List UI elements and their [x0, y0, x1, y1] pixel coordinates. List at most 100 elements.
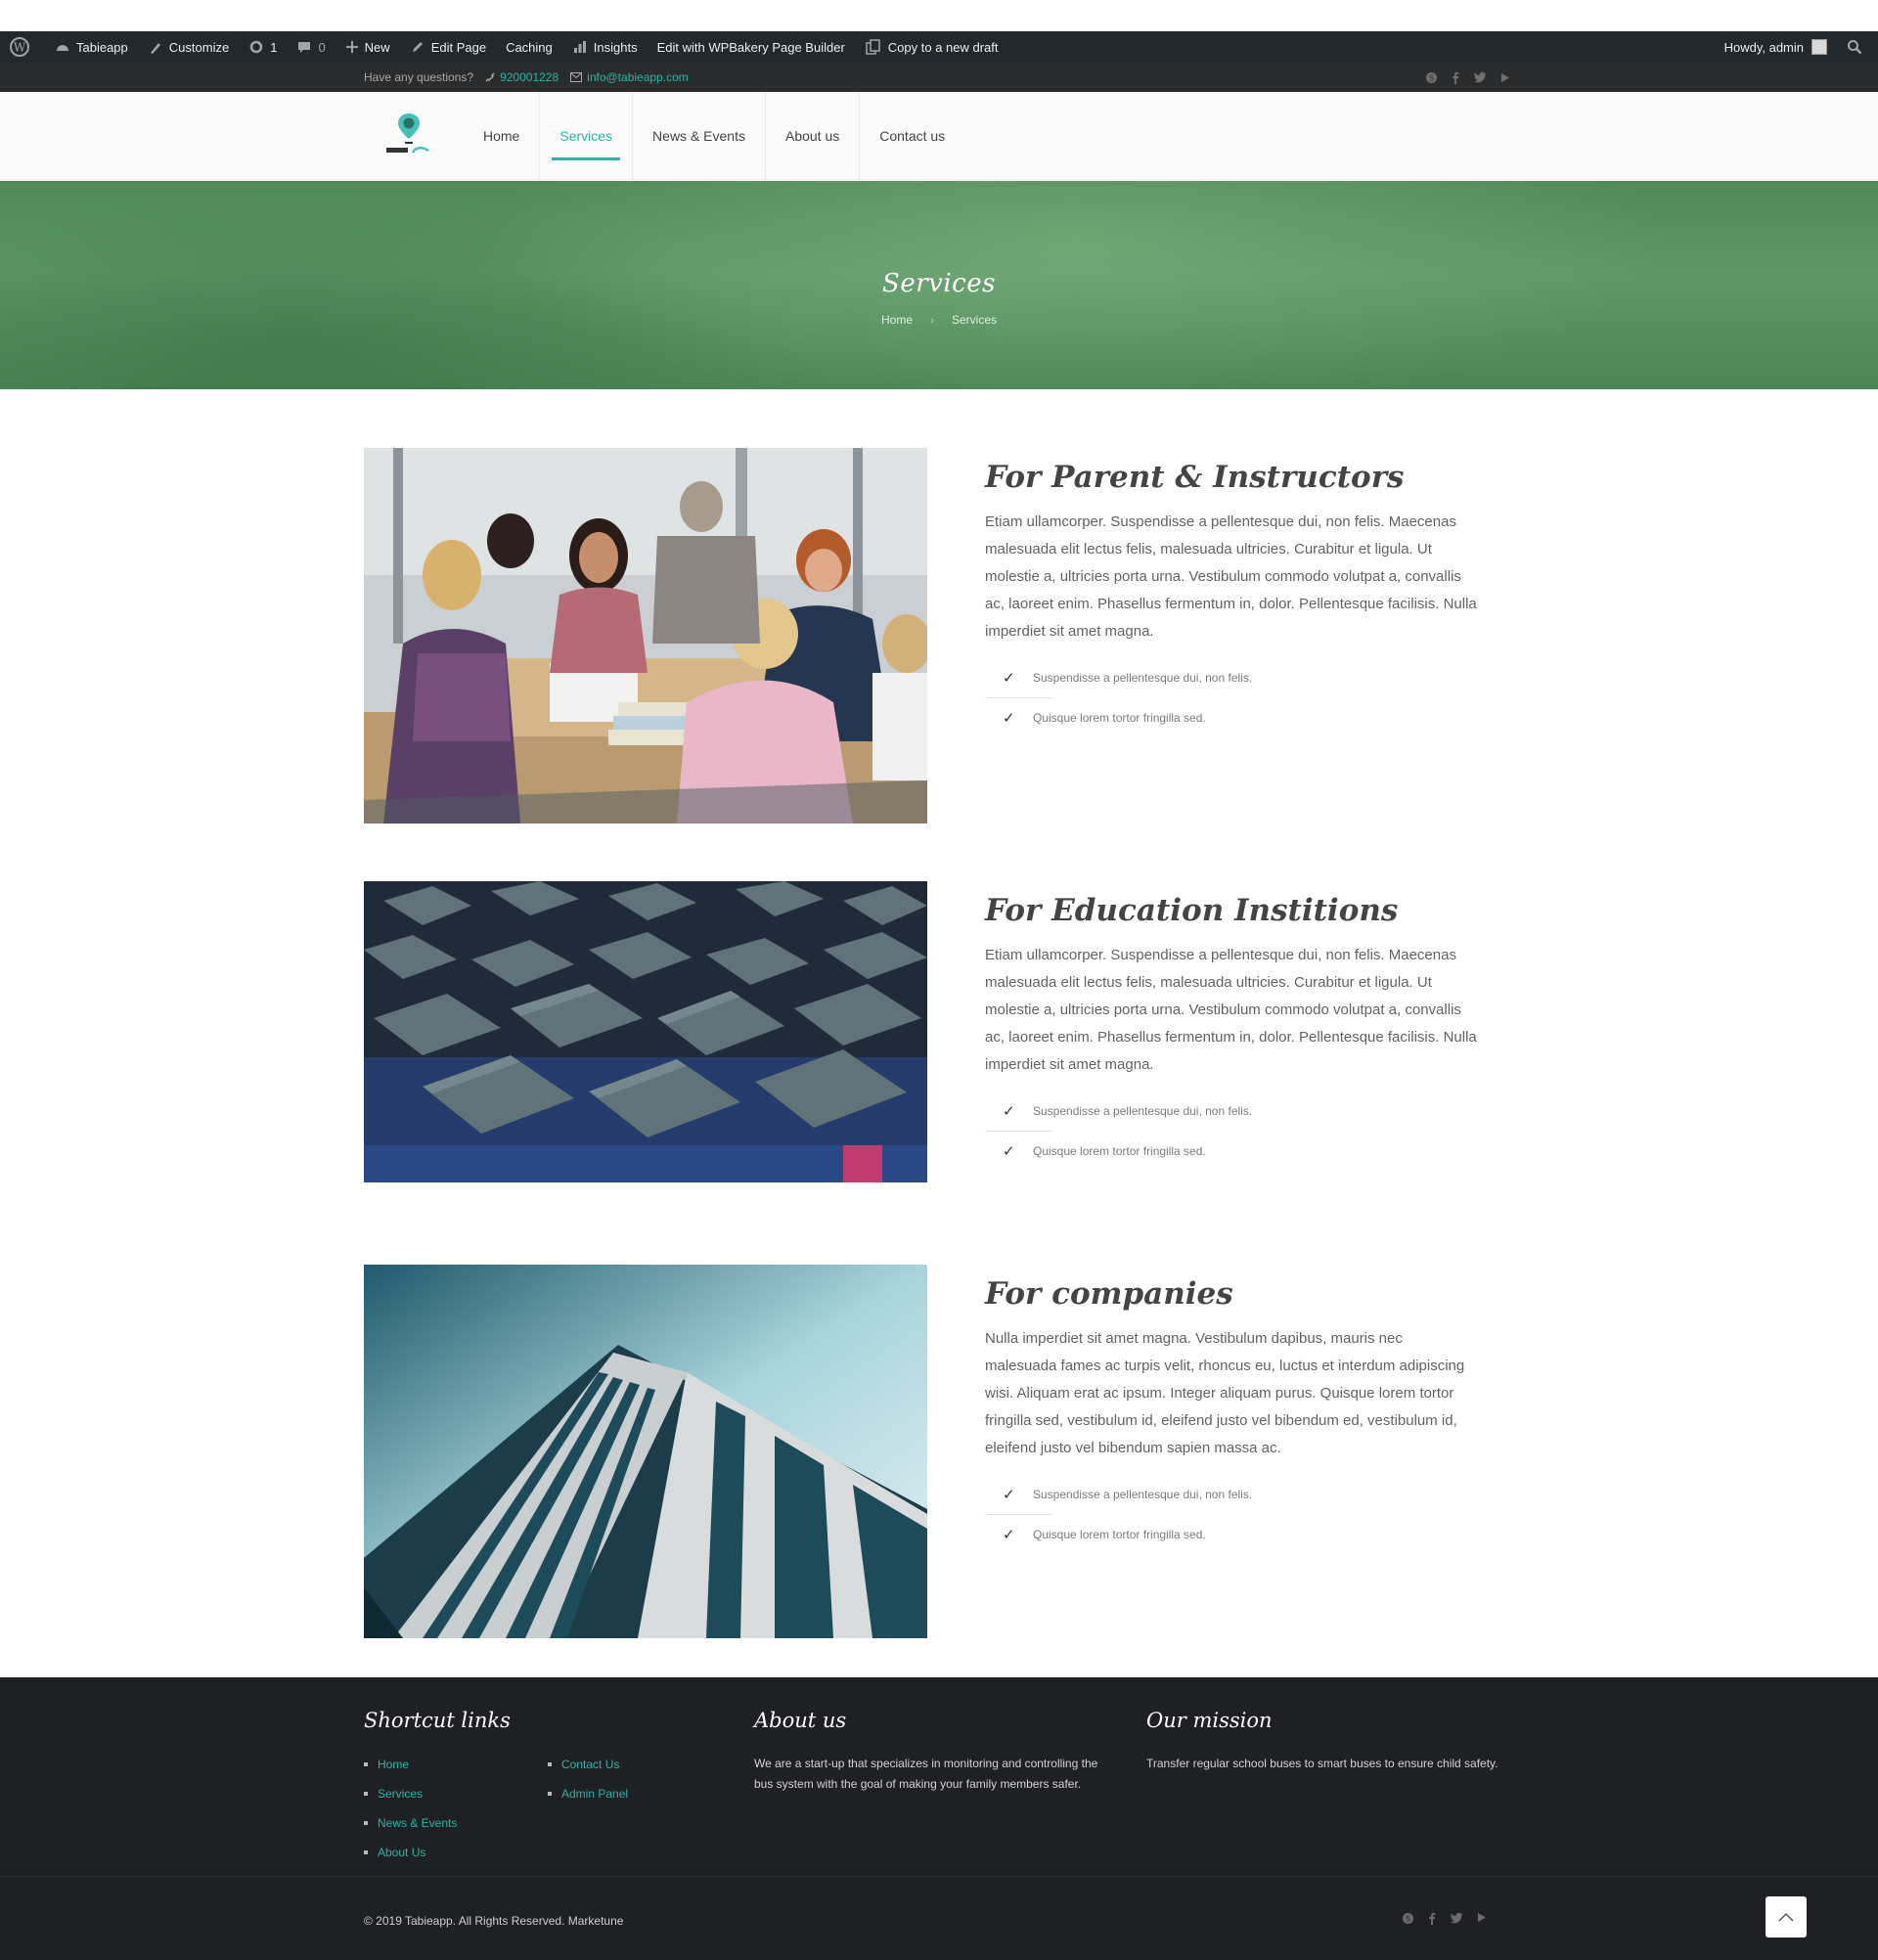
check-text: Quisque lorem tortor fringilla sed. — [1033, 1143, 1206, 1158]
nav-item-services[interactable]: Services — [539, 92, 632, 180]
bullet-icon — [548, 1762, 552, 1766]
search-icon — [1848, 40, 1862, 55]
link-label: Contact Us — [561, 1758, 620, 1771]
email-address: info@tabieapp.com — [587, 70, 689, 84]
chevron-up-icon — [1778, 1912, 1794, 1922]
phone-number: 920001228 — [500, 70, 559, 84]
site-header: Home Services News & Events About us Con… — [0, 92, 1878, 180]
footer-link-about-us[interactable]: About Us — [364, 1838, 457, 1867]
caching-button[interactable]: Caching — [496, 31, 562, 63]
site-name-menu[interactable]: Tabieapp — [45, 31, 138, 63]
mail-icon — [570, 72, 583, 82]
wpbakery-button[interactable]: Edit with WPBakery Page Builder — [648, 31, 855, 63]
site-logo[interactable] — [383, 111, 434, 160]
facebook-icon[interactable] — [1452, 71, 1459, 84]
howdy-label: Howdy, admin — [1723, 39, 1804, 55]
account-menu[interactable]: Howdy, admin — [1715, 31, 1837, 63]
bullet-icon — [364, 1762, 368, 1766]
link-label: News & Events — [378, 1816, 458, 1830]
site-footer: Shortcut links Home Services News & Even… — [0, 1677, 1878, 1960]
caching-label: Caching — [506, 39, 553, 55]
insights-button[interactable]: Insights — [562, 31, 648, 63]
nav-item-home[interactable]: Home — [464, 92, 539, 180]
youtube-icon[interactable] — [1477, 1912, 1487, 1923]
list-item: ✓ Suspendisse a pellentesque dui, non fel… — [985, 1091, 1478, 1131]
check-text: Suspendisse a pellentesque dui, non feli… — [1033, 1487, 1253, 1501]
nav-label: Home — [483, 128, 520, 144]
nav-item-news-events[interactable]: News & Events — [632, 92, 765, 180]
new-content-button[interactable]: New — [335, 31, 400, 63]
list-item: ✓ Suspendisse a pellentesque dui, non fel… — [985, 657, 1478, 697]
breadcrumb-current: Services — [952, 313, 998, 327]
service-companies: For companies Nulla imperdiet sit amet m… — [985, 1276, 1478, 1554]
list-item: ✓ Quisque lorem tortor fringilla sed. — [985, 1131, 1478, 1171]
list-item: ✓ Quisque lorem tortor fringilla sed. — [985, 697, 1478, 737]
comments-button[interactable]: 0 — [287, 31, 335, 63]
footer-bottom-bar: © 2019 Tabieapp. All Rights Reserved. Ma… — [0, 1876, 1878, 1960]
service-description: Etiam ullamcorper. Suspendisse a pellent… — [985, 947, 1477, 1073]
breadcrumb: Home › Services — [0, 313, 1878, 327]
email-link[interactable]: info@tabieapp.com — [570, 70, 689, 84]
nav-item-contact-us[interactable]: Contact us — [859, 92, 964, 180]
admin-search-button[interactable] — [1837, 31, 1878, 63]
service-title: For Education Institions — [985, 893, 1399, 928]
bullet-icon — [364, 1792, 368, 1796]
footer-social-links: S — [1402, 1912, 1487, 1925]
service-education: For Education Institions Etiam ullamcorp… — [985, 893, 1478, 1171]
service-parents: For Parent & Instructors Etiam ullamcorp… — [985, 460, 1478, 737]
footer-link-news-events[interactable]: News & Events — [364, 1808, 457, 1838]
copy-draft-button[interactable]: Copy to a new draft — [855, 31, 1008, 63]
footer-links-column-2: Contact Us Admin Panel — [548, 1750, 628, 1808]
footer-links-column-1: Home Services News & Events About Us — [364, 1750, 457, 1867]
bullet-icon — [548, 1792, 552, 1796]
twitter-icon[interactable] — [1473, 71, 1487, 83]
youtube-icon[interactable] — [1500, 72, 1510, 83]
back-to-top-button[interactable] — [1766, 1896, 1807, 1938]
skyscraper-photo — [364, 1265, 927, 1638]
twitter-icon[interactable] — [1450, 1912, 1463, 1924]
check-icon: ✓ — [1003, 1487, 1015, 1503]
brush-icon — [150, 43, 160, 54]
breadcrumb-separator-icon: › — [930, 313, 934, 327]
graduation-photo — [364, 881, 927, 1182]
footer-link-services[interactable]: Services — [364, 1779, 457, 1808]
page-banner: Services Home › Services — [0, 181, 1878, 389]
comments-count: 0 — [318, 39, 326, 55]
customize-button[interactable]: Customize — [138, 31, 239, 63]
footer-about-text: We are a start-up that specializes in mo… — [754, 1757, 1098, 1791]
insights-label: Insights — [593, 39, 638, 55]
breadcrumb-home[interactable]: Home — [881, 313, 913, 327]
phone-link[interactable]: 920001228 — [485, 70, 559, 84]
link-label: Services — [378, 1787, 424, 1801]
nav-item-about-us[interactable]: About us — [764, 92, 859, 180]
check-text: Quisque lorem tortor fringilla sed. — [1033, 1527, 1206, 1541]
top-info-bar: Have any questions? 920001228 info@tabie… — [0, 63, 1878, 92]
facebook-icon[interactable] — [1428, 1912, 1436, 1925]
site-name: Tabieapp — [76, 39, 128, 55]
service-image-companies — [364, 1265, 927, 1638]
avatar — [1811, 39, 1827, 55]
copyright-text: © 2019 Tabieapp. All Rights Reserved. Ma… — [364, 1914, 624, 1928]
svg-text:S: S — [1429, 73, 1434, 82]
page-title: Services — [882, 269, 996, 298]
check-text: Quisque lorem tortor fringilla sed. — [1033, 710, 1206, 725]
footer-link-home[interactable]: Home — [364, 1750, 457, 1779]
check-text: Suspendisse a pellentesque dui, non feli… — [1033, 670, 1253, 685]
edit-page-button[interactable]: Edit Page — [400, 31, 496, 63]
skype-icon[interactable]: S — [1425, 71, 1438, 84]
nav-label: News & Events — [652, 128, 745, 144]
svg-text:S: S — [1406, 1915, 1410, 1924]
phone-icon — [485, 72, 495, 82]
dashboard-icon — [57, 45, 68, 51]
updates-count: 1 — [270, 39, 278, 55]
wordpress-logo-icon[interactable]: W — [0, 31, 45, 63]
check-icon: ✓ — [1003, 670, 1015, 687]
footer-link-admin-panel[interactable]: Admin Panel — [548, 1779, 628, 1808]
students-photo — [364, 448, 927, 824]
service-title: For Parent & Instructors — [985, 460, 1405, 495]
customize-label: Customize — [168, 39, 230, 55]
footer-link-contact-us[interactable]: Contact Us — [548, 1750, 628, 1779]
updates-button[interactable]: 1 — [239, 31, 287, 63]
service-image-parents — [364, 448, 927, 824]
skype-icon[interactable]: S — [1402, 1912, 1414, 1925]
